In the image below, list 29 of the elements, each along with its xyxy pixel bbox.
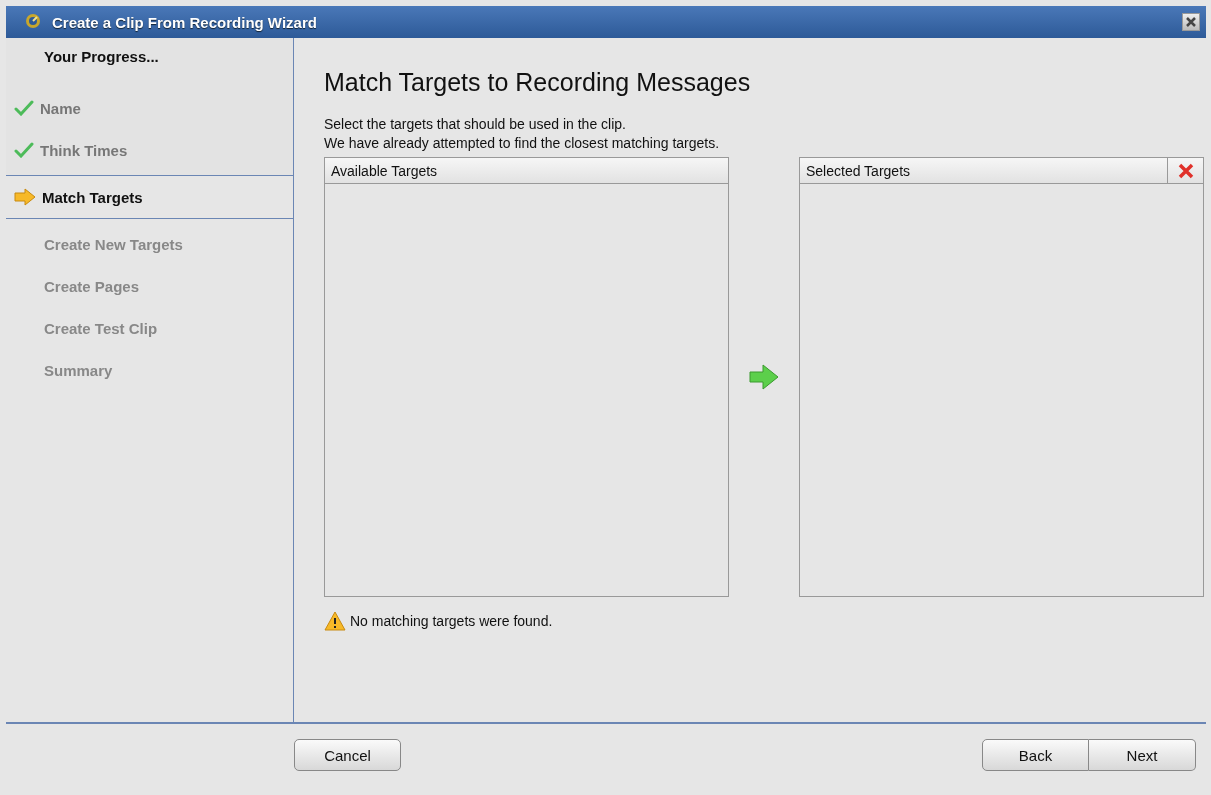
- back-button[interactable]: Back: [982, 739, 1089, 771]
- column-header: Available Targets: [330, 162, 439, 179]
- move-right-icon[interactable]: [748, 363, 780, 391]
- step-label: Create Test Clip: [44, 319, 158, 337]
- progress-heading: Your Progress...: [43, 47, 160, 67]
- warning-text: No matching targets were found.: [350, 613, 553, 629]
- close-icon: [1186, 17, 1196, 27]
- app-icon: [24, 13, 42, 31]
- step-label: Summary: [44, 361, 113, 379]
- page-heading: Match Targets to Recording Messages: [324, 68, 752, 97]
- selected-targets-list[interactable]: Selected Targets: [799, 157, 1204, 597]
- available-targets-list[interactable]: Available Targets: [324, 157, 729, 597]
- description-text: We have already attempted to find the closest matching targets.: [324, 134, 721, 153]
- description-text: Select the targets that should be used in the clip.: [324, 115, 627, 134]
- check-icon: [14, 100, 34, 116]
- step-label: Create Pages: [44, 277, 140, 295]
- arrow-icon: [14, 188, 36, 206]
- close-button[interactable]: [1182, 13, 1200, 31]
- cancel-button[interactable]: Cancel: [294, 739, 401, 771]
- column-header: Selected Targets: [805, 162, 912, 179]
- close-icon: [1177, 162, 1194, 179]
- next-button[interactable]: Next: [1089, 739, 1196, 771]
- step-label: Match Targets: [42, 188, 143, 206]
- step-label: Create New Targets: [44, 235, 183, 253]
- warning-icon: [324, 611, 346, 631]
- window-title: Create a Clip From Recording Wizard: [52, 13, 318, 31]
- step-label: Think Times: [40, 141, 128, 159]
- check-icon: [14, 142, 34, 158]
- step-label: Name: [40, 99, 81, 117]
